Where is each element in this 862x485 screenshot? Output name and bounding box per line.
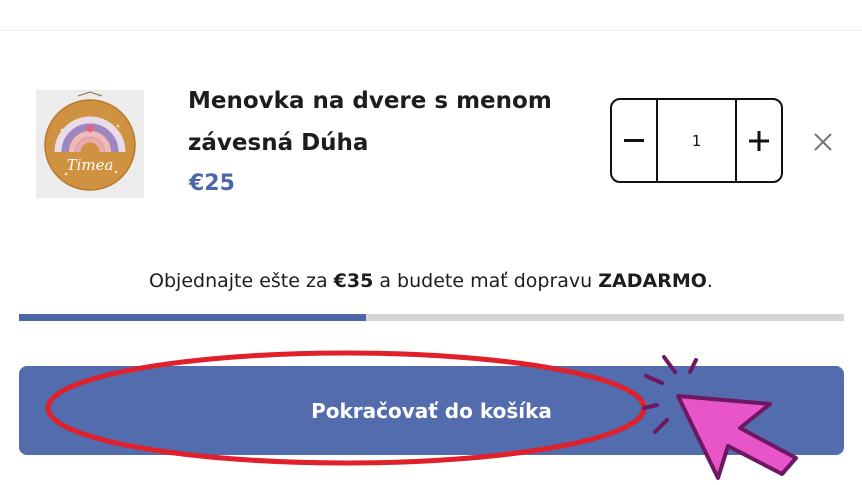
free-shipping-progress-bar — [19, 314, 844, 321]
quantity-stepper: 1 — [610, 98, 783, 183]
close-icon — [814, 133, 832, 151]
product-sign-illustration: Timea — [44, 91, 136, 191]
quantity-input[interactable]: 1 — [656, 100, 737, 181]
product-image[interactable]: Timea — [36, 90, 144, 198]
product-image-name: Timea — [67, 156, 114, 174]
product-price: €25 — [189, 171, 235, 196]
continue-to-cart-button[interactable]: Pokračovať do košíka — [19, 366, 844, 455]
shipping-remaining-amount: €35 — [333, 270, 374, 292]
product-title[interactable]: Menovka na dvere s menom závesná Dúha — [188, 80, 588, 164]
increase-quantity-button[interactable] — [737, 100, 781, 181]
shipping-suffix: . — [706, 270, 713, 292]
plus-icon — [749, 130, 769, 151]
cart-drawer: Timea Menovka na dvere s menom závesná D… — [0, 0, 862, 485]
remove-item-button[interactable] — [810, 128, 836, 156]
minus-icon — [624, 138, 644, 142]
shipping-middle: a budete mať dopravu — [373, 270, 599, 292]
product-title-line-2: závesná Dúha — [188, 130, 369, 156]
shipping-free-label: ZADARMO — [598, 270, 707, 292]
divider — [0, 30, 862, 31]
product-title-line-1: Menovka na dvere s menom — [188, 88, 552, 114]
decrease-quantity-button[interactable] — [612, 100, 656, 181]
free-shipping-progress-fill — [19, 314, 366, 321]
shipping-prefix: Objednajte ešte za — [149, 270, 334, 292]
free-shipping-message: Objednajte ešte za €35 a budete mať dopr… — [0, 270, 862, 292]
continue-to-cart-label: Pokračovať do košíka — [311, 398, 552, 423]
